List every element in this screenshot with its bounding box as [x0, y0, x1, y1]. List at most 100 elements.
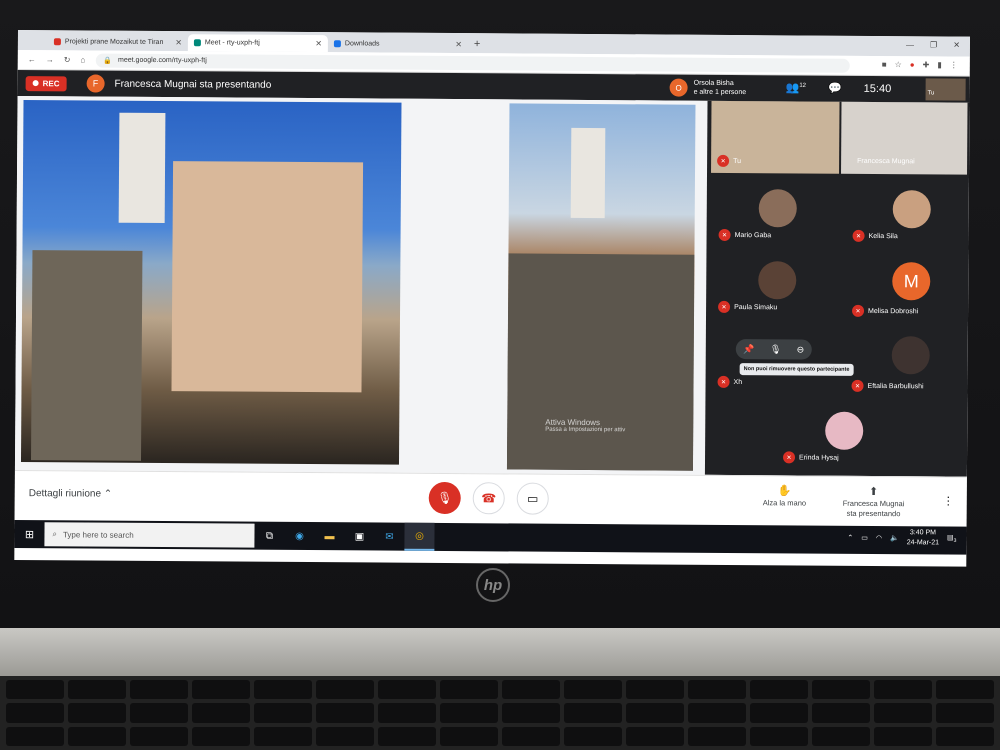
keyboard-key	[936, 726, 994, 746]
keyboard-key	[936, 703, 994, 723]
participant-tile-eftalia[interactable]: ✕ Eftalia Barbullushi	[851, 379, 924, 393]
windows-start-icon[interactable]: ⊞	[14, 527, 44, 541]
maximize-icon[interactable]: ❐	[930, 40, 937, 49]
phone-hangup-icon: ☎	[481, 491, 497, 506]
new-tab-button[interactable]: +	[474, 38, 481, 53]
keyboard-key	[254, 703, 312, 723]
participant-hover-controls: 📌 🎙 ⊖	[735, 339, 812, 360]
keyboard-key	[130, 680, 188, 700]
participant-tile-paula[interactable]: ✕ Paula Simaku	[718, 300, 777, 313]
home-icon[interactable]: ⌂	[80, 55, 85, 64]
profile-icon[interactable]: ▮	[937, 60, 941, 69]
tab-label: Downloads	[344, 40, 380, 48]
battery-icon[interactable]: ▭	[861, 534, 868, 542]
system-tray: ⌃ ▭ ◠ 🔈 3:40 PM 24-Mar-21 ▤3	[847, 528, 956, 549]
file-explorer-icon[interactable]: ▬	[314, 522, 344, 550]
taskbar-search[interactable]: ⌕ Type here to search	[44, 522, 255, 548]
keyboard-key	[6, 703, 64, 723]
reload-icon[interactable]: ↻	[64, 55, 71, 64]
more-options-icon[interactable]: ⋮	[943, 494, 954, 507]
participant-name: Xh	[733, 378, 743, 386]
taskbar-clock[interactable]: 3:40 PM 24-Mar-21	[907, 528, 939, 548]
participant-tile-francesca[interactable]: Francesca Mugnai	[841, 101, 968, 175]
raise-hand-button[interactable]: ✋ Alza la mano	[763, 485, 807, 508]
avatar	[891, 336, 930, 375]
store-icon[interactable]: ▣	[344, 522, 374, 550]
people-button[interactable]: 👥12	[786, 81, 806, 94]
tab-projekti[interactable]: Projekti prane Mozaikut te Tiran ✕	[48, 33, 188, 51]
keyboard-key	[750, 680, 808, 700]
participant-tile-mario[interactable]: ✕ Mario Gaba	[718, 228, 772, 241]
keyboard-key	[378, 726, 436, 746]
camera-toggle-button[interactable]: ▭	[516, 482, 549, 515]
wifi-icon[interactable]: ◠	[876, 534, 882, 542]
url-text: meet.google.com/rty-uxph-ftj	[118, 56, 207, 65]
back-icon[interactable]: ←	[28, 55, 36, 64]
task-view-icon[interactable]: ⧉	[254, 522, 284, 550]
extension-record-icon[interactable]: ●	[910, 60, 915, 69]
watermark-subtitle: Passa a Impostazioni per attiv	[545, 426, 626, 434]
mic-off-icon: ✕	[852, 304, 865, 317]
meeting-details-button[interactable]: Dettagli riunione ⌃	[29, 488, 113, 500]
minimize-icon[interactable]: —	[906, 40, 914, 49]
keyboard-key	[688, 680, 746, 700]
meet-bottom-bar: Dettagli riunione ⌃ 🎙 ☎ ▭ ✋ Alza la mano…	[14, 469, 967, 527]
close-window-icon[interactable]: ✕	[953, 41, 960, 50]
notification-icon[interactable]: ▤3	[947, 533, 956, 543]
chevron-up-icon[interactable]: ⌃	[847, 534, 853, 542]
self-view-thumbnail[interactable]: Tu	[925, 78, 966, 101]
participant-name: Kelia Sila	[868, 232, 898, 240]
keyboard-key	[130, 703, 188, 723]
details-label: Dettagli riunione	[28, 488, 102, 500]
chevron-up-icon: ⌃	[103, 488, 113, 500]
close-tab-icon[interactable]: ✕	[455, 40, 462, 49]
volume-icon[interactable]: 🔈	[890, 534, 899, 542]
participant-tile-melisa[interactable]: ✕ Melisa Dobroshi	[852, 304, 918, 317]
laptop-screen: Projekti prane Mozaikut te Tiran ✕ Meet …	[14, 30, 970, 567]
remove-icon[interactable]: ⊖	[797, 344, 805, 355]
others-name: Orsola Bisha	[693, 79, 734, 87]
keyboard-key	[440, 680, 498, 700]
mic-off-icon: 🎙	[437, 490, 453, 506]
url-field[interactable]: 🔒 meet.google.com/rty-uxph-ftj	[95, 53, 850, 73]
tab-meet[interactable]: Meet - rty-uxph-ftj ✕	[187, 34, 328, 53]
slide-photo-castle	[20, 100, 402, 465]
participant-tile-kelia[interactable]: ✕ Kelia Sila	[852, 229, 898, 242]
keyboard-key	[874, 703, 932, 723]
participant-tile-xh[interactable]: ✕ Xh	[717, 375, 743, 388]
other-presenters[interactable]: O Orsola Bisha e altre 1 persone	[669, 78, 747, 98]
mail-icon[interactable]: ✉	[374, 523, 404, 551]
keyboard-key	[626, 703, 684, 723]
notification-count: 3	[953, 537, 957, 544]
avatar	[758, 189, 797, 228]
participant-tile-self[interactable]: ✕ Tu	[711, 100, 840, 174]
keyboard-key	[316, 703, 374, 723]
avatar	[892, 190, 931, 229]
building-facade	[171, 161, 364, 393]
slide-photo-courtyard: Attiva Windows Passa a Impostazioni per …	[506, 103, 696, 471]
keyboard-key	[874, 726, 932, 746]
edge-icon[interactable]: ◉	[284, 522, 314, 550]
star-icon[interactable]: ☆	[895, 60, 902, 69]
people-count: 12	[799, 82, 807, 89]
chrome-icon[interactable]: ◎	[404, 522, 435, 551]
participant-tile-erinda[interactable]: ✕ Erinda Hysaj	[782, 451, 839, 464]
close-tab-icon[interactable]: ✕	[175, 38, 182, 47]
keyboard-key	[254, 680, 312, 700]
puzzle-icon[interactable]: ✚	[923, 60, 930, 69]
chat-icon[interactable]: 💬	[828, 82, 842, 95]
keyboard-key	[626, 680, 684, 700]
bell-tower	[570, 127, 606, 219]
camera-icon[interactable]: ■	[882, 60, 887, 69]
tab-downloads[interactable]: Downloads ✕	[328, 35, 468, 53]
mic-toggle-button[interactable]: 🎙	[428, 481, 461, 515]
close-tab-icon[interactable]: ✕	[315, 39, 322, 48]
keyboard-key	[688, 726, 746, 746]
leave-call-button[interactable]: ☎	[472, 482, 505, 515]
window-controls: — ❐ ✕	[906, 40, 960, 49]
menu-dots-icon[interactable]: ⋮	[950, 61, 958, 70]
pin-icon[interactable]: 📌	[743, 344, 754, 355]
mute-icon[interactable]: 🎙	[770, 344, 782, 355]
presenting-button[interactable]: ⬆ Francesca Mugnai sta presentando	[843, 486, 905, 519]
forward-icon[interactable]: →	[46, 55, 54, 64]
